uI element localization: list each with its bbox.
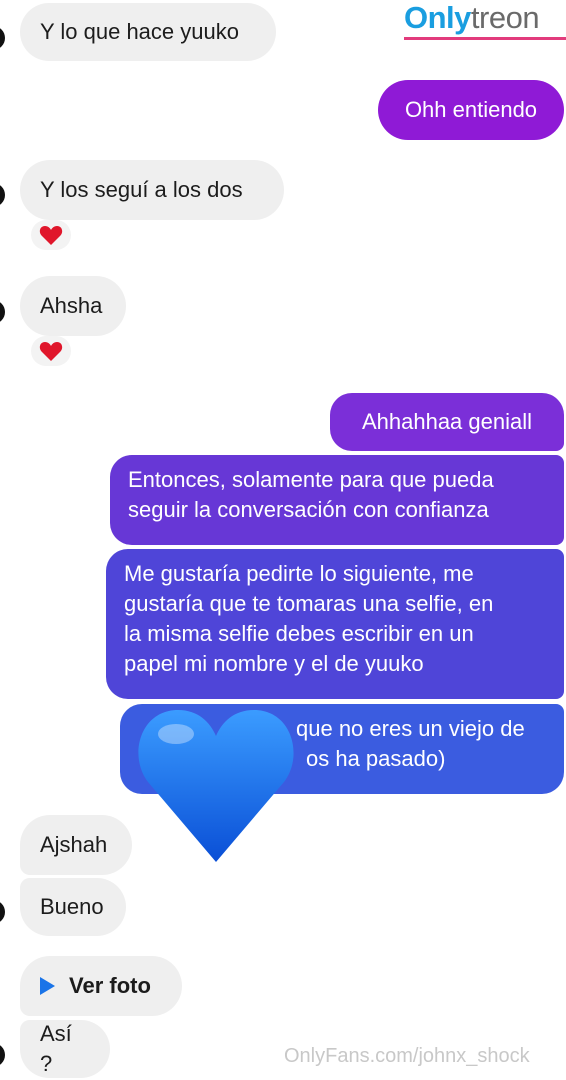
message-line: seguir la conversación con confianza	[128, 497, 489, 522]
watermark-text: OnlyFans.com/johnx_shock	[284, 1045, 530, 1067]
view-photo-label: Ver foto	[69, 973, 151, 998]
message-bubble-sent[interactable]: Ohh entiendo	[378, 80, 564, 140]
reaction-badge[interactable]	[31, 220, 71, 250]
message-bubble-received[interactable]: Ajshah	[20, 815, 132, 875]
message-bubble-received[interactable]: Ahsha	[20, 276, 126, 336]
message-line: os ha pasado)	[306, 746, 446, 771]
message-line: Entonces, solamente para que pueda	[128, 467, 494, 492]
avatar[interactable]	[0, 300, 5, 324]
message-line: Me gustaría pedirte lo siguiente, me	[124, 561, 474, 586]
message-text: Ohh entiendo	[404, 97, 538, 122]
message-text: Ahsha	[40, 293, 103, 318]
message-text: Ajshah	[40, 832, 108, 857]
heart-icon	[39, 342, 63, 361]
avatar[interactable]	[0, 1043, 5, 1067]
onlytreon-logo: Onlytreon	[404, 0, 540, 35]
message-text: Bueno	[40, 894, 104, 919]
message-bubble-received[interactable]: Así ?	[20, 1020, 110, 1078]
message-line: la misma selfie debes escribir en un	[124, 621, 474, 646]
message-bubble-sent[interactable]: Ahhahhaa geniall	[330, 393, 564, 451]
message-text: Así ?	[40, 1021, 72, 1076]
message-line: que no eres un viejo de	[296, 716, 525, 741]
avatar[interactable]	[0, 183, 5, 207]
reaction-badge[interactable]	[31, 336, 71, 366]
message-bubble-sent[interactable]: Entonces, solamente para que pueda segui…	[110, 455, 564, 545]
message-bubble-received[interactable]: Y los seguí a los dos	[20, 160, 284, 220]
view-photo-button[interactable]: Ver foto	[20, 956, 182, 1016]
message-text: Y los seguí a los dos	[40, 177, 243, 202]
message-bubble-received[interactable]: Bueno	[20, 878, 126, 936]
avatar[interactable]	[0, 900, 5, 924]
message-bubble-received[interactable]: Y lo que hace yuuko	[20, 3, 276, 61]
blue-heart-icon	[138, 710, 294, 862]
avatar[interactable]	[0, 26, 5, 50]
logo-underline	[404, 37, 566, 40]
message-text: Ahhahhaa geniall	[361, 409, 533, 434]
message-bubble-sent[interactable]: Me gustaría pedirte lo siguiente, me gus…	[106, 549, 564, 699]
message-line: papel mi nombre y el de yuuko	[124, 651, 424, 676]
message-text: Y lo que hace yuuko	[40, 19, 239, 44]
play-icon	[40, 977, 55, 995]
heart-icon	[39, 226, 63, 245]
message-line: gustaría que te tomaras una selfie, en	[124, 591, 494, 616]
